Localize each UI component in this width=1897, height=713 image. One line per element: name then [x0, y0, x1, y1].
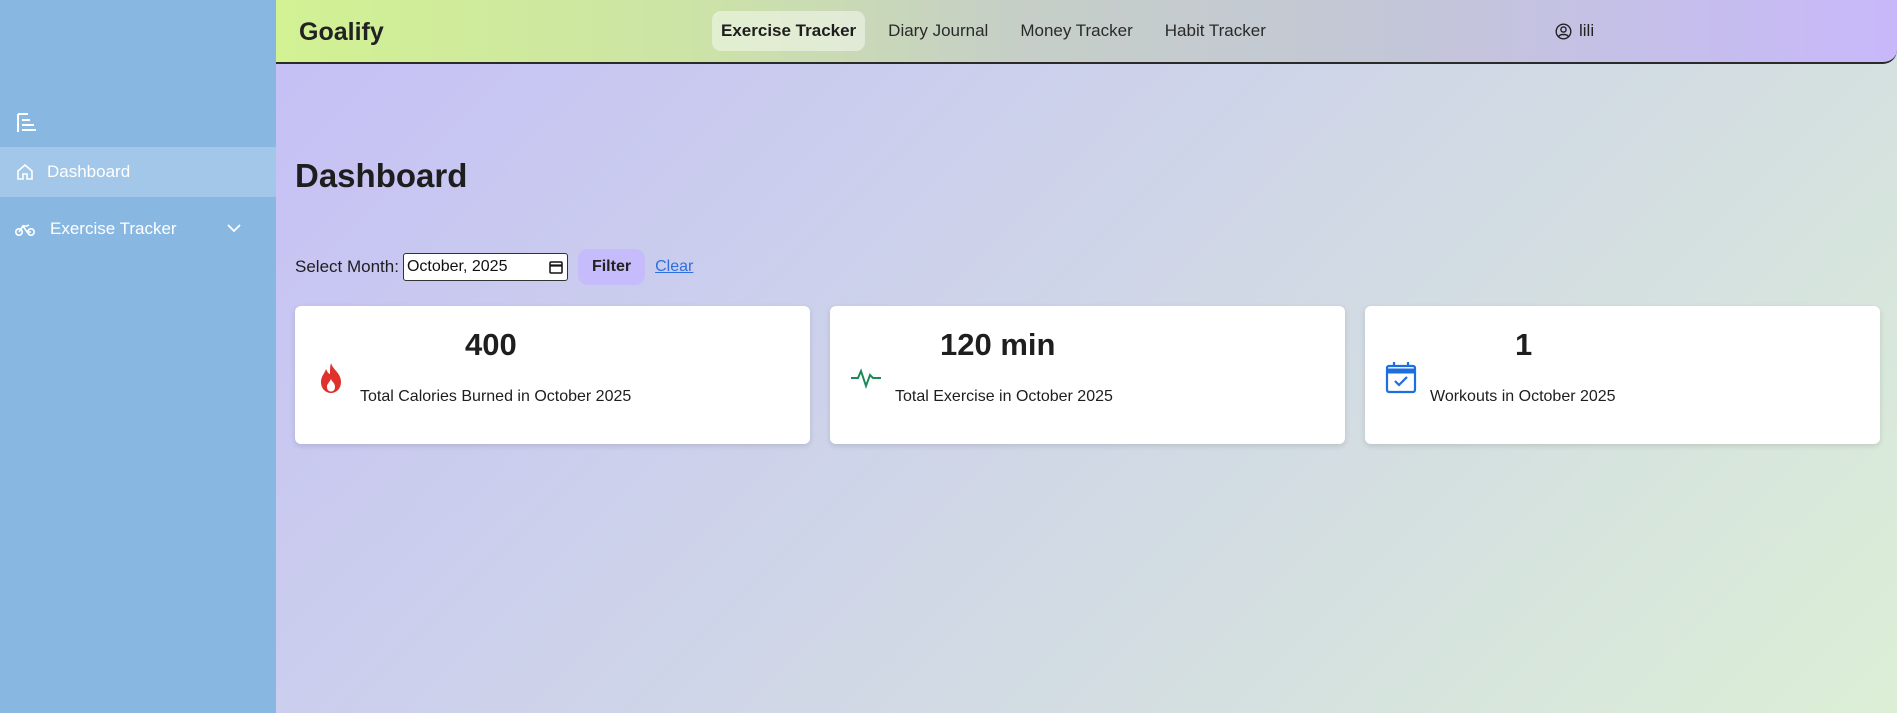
calories-label: Total Calories Burned in October 2025 — [360, 388, 632, 405]
nav-habit-tracker[interactable]: Habit Tracker — [1156, 11, 1275, 51]
month-input-value: October, 2025 — [406, 258, 508, 275]
nav-money-tracker[interactable]: Money Tracker — [1011, 11, 1141, 51]
month-input[interactable]: October, 2025 — [402, 253, 568, 281]
clear-link[interactable]: Clear — [655, 258, 693, 276]
nav-diary-journal[interactable]: Diary Journal — [879, 11, 997, 51]
month-label: Select Month: — [295, 257, 399, 276]
user-name: lili — [1579, 21, 1595, 40]
stat-card-exercise: 120 min Total Exercise in October 2025 — [830, 306, 1345, 444]
sidebar: Dashboard Exercise Tracker — [0, 0, 276, 713]
page-title: Dashboard — [295, 157, 468, 194]
sidebar-item-label: Dashboard — [47, 162, 131, 181]
brand-logo[interactable]: Goalify — [299, 18, 384, 47]
exercise-value: 120 min — [940, 327, 1056, 362]
stat-card-workouts: 1 Workouts in October 2025 — [1365, 306, 1880, 444]
main-content: Goalify Exercise Tracker Diary Journal M… — [276, 0, 1897, 713]
calories-value: 400 — [465, 327, 517, 362]
user-menu[interactable]: lili — [1555, 21, 1594, 41]
main-nav: Exercise Tracker Diary Journal Money Tra… — [712, 11, 1289, 51]
exercise-label: Total Exercise in October 2025 — [895, 388, 1113, 405]
nav-exercise-tracker[interactable]: Exercise Tracker — [712, 11, 866, 51]
calendar-icon[interactable] — [549, 260, 563, 274]
top-navbar: Goalify Exercise Tracker Diary Journal M… — [276, 0, 1897, 64]
sidebar-item-dashboard[interactable]: Dashboard — [0, 147, 276, 197]
sidebar-item-exercise-tracker[interactable]: Exercise Tracker — [0, 204, 276, 254]
sidebar-item-label: Exercise Tracker — [50, 219, 177, 238]
bike-icon — [15, 219, 35, 239]
sidebar-toggle-icon[interactable] — [16, 112, 38, 134]
workouts-label: Workouts in October 2025 — [1430, 388, 1616, 405]
fire-icon — [315, 361, 347, 395]
pulse-icon — [850, 361, 882, 395]
stat-card-calories: 400 Total Calories Burned in October 202… — [295, 306, 810, 444]
month-filter: Select Month: October, 2025 Filter Clear — [295, 249, 693, 285]
user-circle-icon — [1555, 22, 1572, 40]
home-icon — [15, 162, 35, 182]
calendar-check-icon — [1385, 361, 1417, 395]
workouts-value: 1 — [1515, 327, 1533, 362]
filter-button[interactable]: Filter — [577, 249, 646, 285]
chevron-down-icon[interactable] — [225, 219, 243, 237]
